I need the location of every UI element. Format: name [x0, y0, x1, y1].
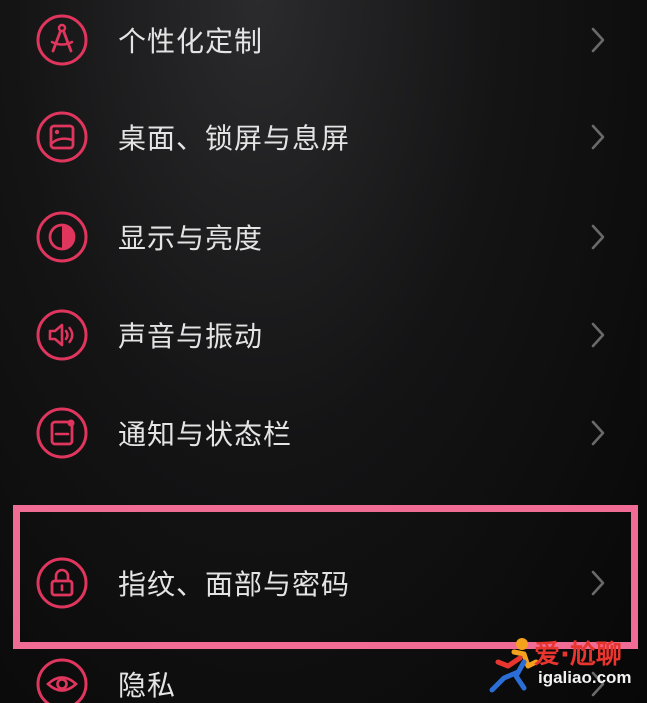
chevron-right-icon — [588, 569, 608, 597]
eye-icon — [35, 657, 89, 703]
chevron-right-icon — [588, 123, 608, 151]
settings-item-fingerprint-face-password[interactable]: 指纹、面部与密码 — [0, 543, 647, 623]
chevron-right-icon — [588, 223, 608, 251]
settings-item-label: 桌面、锁屏与息屏 — [118, 122, 351, 155]
settings-item-label: 声音与振动 — [118, 320, 264, 353]
settings-list: 个性化定制 桌面、锁屏与息屏 显示与亮度 声音与振动 通知与状态栏 指纹、面部与… — [0, 0, 647, 703]
contrast-icon — [35, 210, 89, 264]
chevron-right-icon — [588, 321, 608, 349]
lock-icon — [35, 556, 89, 610]
settings-item-sound-vibration[interactable]: 声音与振动 — [0, 295, 647, 375]
settings-item-label: 隐私 — [118, 669, 177, 702]
settings-item-label: 通知与状态栏 — [118, 418, 293, 451]
watermark-text: 爱·尬聊 — [534, 640, 622, 670]
settings-item-notification-statusbar[interactable]: 通知与状态栏 — [0, 393, 647, 473]
chevron-right-icon — [588, 26, 608, 54]
watermark-domain: igaliao.com — [538, 668, 632, 687]
settings-item-label: 个性化定制 — [118, 25, 264, 58]
settings-item-display-brightness[interactable]: 显示与亮度 — [0, 197, 647, 277]
watermark: 爱·尬聊 igaliao.com — [484, 632, 644, 696]
compass-icon — [35, 13, 89, 67]
wallpaper-icon — [35, 110, 89, 164]
chevron-right-icon — [588, 419, 608, 447]
settings-item-label: 显示与亮度 — [118, 222, 264, 255]
settings-item-desktop-lockscreen[interactable]: 桌面、锁屏与息屏 — [0, 97, 647, 177]
notification-icon — [35, 406, 89, 460]
settings-item-label: 指纹、面部与密码 — [118, 568, 351, 601]
speaker-icon — [35, 308, 89, 362]
settings-item-personalization[interactable]: 个性化定制 — [0, 0, 647, 80]
